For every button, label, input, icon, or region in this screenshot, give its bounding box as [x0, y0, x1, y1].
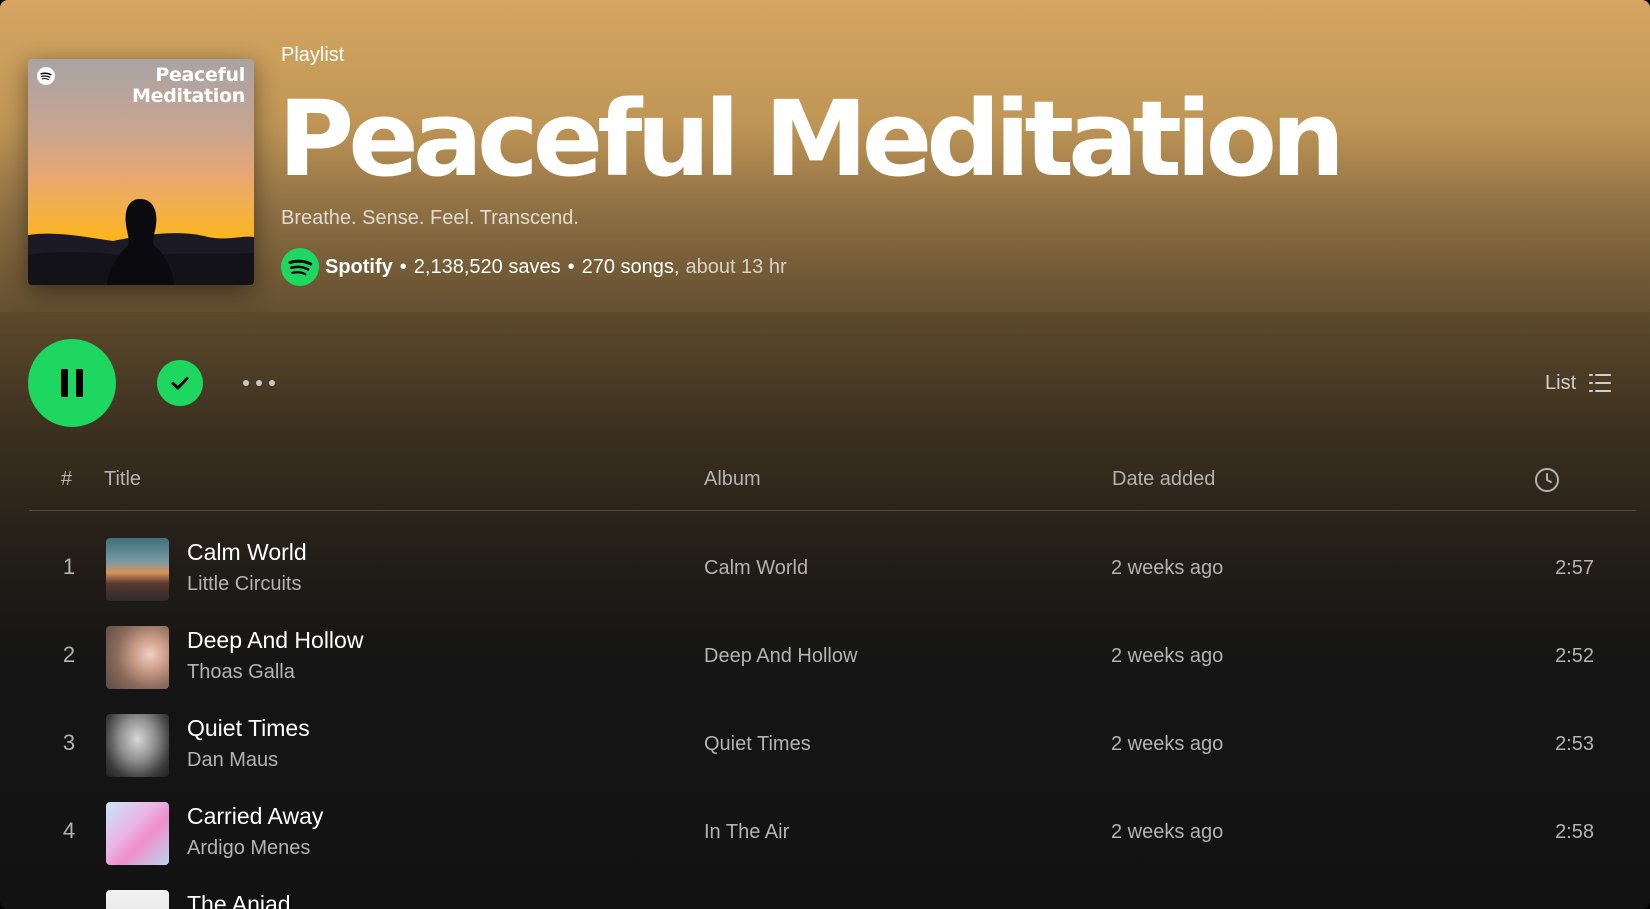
view-toggle-button[interactable]: List [1545, 370, 1612, 396]
column-album[interactable]: Album [704, 468, 761, 491]
pause-icon [61, 369, 68, 397]
track-number: 2 [62, 642, 76, 667]
track-artwork [106, 538, 169, 601]
track-row[interactable]: The Aniad [29, 880, 1636, 909]
track-table-header: # Title Album Date added [29, 461, 1636, 511]
track-artwork [106, 802, 169, 865]
column-title[interactable]: Title [104, 468, 141, 491]
playlist-description: Breathe. Sense. Feel. Transcend. [281, 207, 579, 229]
track-artwork [106, 714, 169, 777]
songs-count: 270 songs, [581, 255, 680, 278]
more-options-button[interactable] [234, 370, 284, 396]
view-label: List [1545, 371, 1577, 394]
check-icon [171, 377, 189, 390]
playlist-title: Peaceful Meditation [278, 78, 1345, 200]
track-artist[interactable]: Little Circuits [187, 573, 301, 596]
track-title[interactable]: Deep And Hollow [187, 627, 363, 654]
track-artist[interactable]: Dan Maus [187, 749, 278, 772]
playlist-type-label: Playlist [281, 44, 345, 66]
track-artist[interactable]: Thoas Galla [187, 661, 295, 684]
track-number: 4 [62, 818, 76, 843]
track-artwork [106, 626, 169, 689]
spotify-logo-icon [37, 67, 55, 85]
more-icon [243, 380, 249, 386]
playlist-view: Peaceful Meditation Playlist Peaceful Me… [0, 0, 1650, 909]
track-date-added: 2 weeks ago [1111, 733, 1224, 755]
track-duration: 2:58 [1555, 821, 1594, 843]
track-duration: 2:57 [1555, 557, 1594, 579]
track-album[interactable]: Deep And Hollow [704, 645, 857, 668]
track-row[interactable]: 4 Carried Away Ardigo Menes In The Air 2… [29, 792, 1636, 876]
track-duration: 2:52 [1555, 645, 1594, 667]
saved-to-library-button[interactable] [157, 360, 203, 406]
total-duration: about 13 hr [685, 255, 787, 278]
track-album[interactable]: Quiet Times [704, 733, 811, 756]
list-icon [1589, 374, 1612, 392]
track-title[interactable]: Carried Away [187, 803, 323, 830]
column-number: # [61, 468, 73, 490]
track-date-added: 2 weeks ago [1111, 557, 1224, 579]
track-artist[interactable]: Ardigo Menes [187, 837, 310, 860]
owner-link[interactable]: Spotify [325, 256, 393, 279]
saves-count: 2,138,520 saves [413, 255, 561, 278]
spotify-owner-icon[interactable] [281, 248, 319, 286]
column-date-added[interactable]: Date added [1112, 468, 1215, 491]
track-date-added: 2 weeks ago [1111, 821, 1224, 843]
track-row[interactable]: 3 Quiet Times Dan Maus Quiet Times 2 wee… [29, 704, 1636, 788]
pause-button[interactable] [28, 339, 116, 427]
track-number: 1 [62, 554, 76, 579]
track-album[interactable]: Calm World [704, 557, 808, 580]
playlist-cover[interactable]: Peaceful Meditation [28, 59, 254, 285]
track-title[interactable]: The Aniad [187, 891, 291, 909]
track-number: 3 [62, 730, 76, 755]
track-title[interactable]: Quiet Times [187, 715, 310, 742]
track-album[interactable]: In The Air [704, 821, 789, 844]
clock-icon[interactable] [1534, 467, 1560, 493]
track-artwork [106, 890, 169, 909]
track-row[interactable]: 2 Deep And Hollow Thoas Galla Deep And H… [29, 616, 1636, 700]
playlist-meta: Spotify • 2,138,520 saves • 270 songs, a… [281, 248, 787, 286]
track-title[interactable]: Calm World [187, 539, 307, 566]
cover-title: Peaceful Meditation [132, 64, 245, 107]
track-row[interactable]: 1 Calm World Little Circuits Calm World … [29, 528, 1636, 612]
track-date-added: 2 weeks ago [1111, 645, 1224, 667]
track-duration: 2:53 [1555, 733, 1594, 755]
